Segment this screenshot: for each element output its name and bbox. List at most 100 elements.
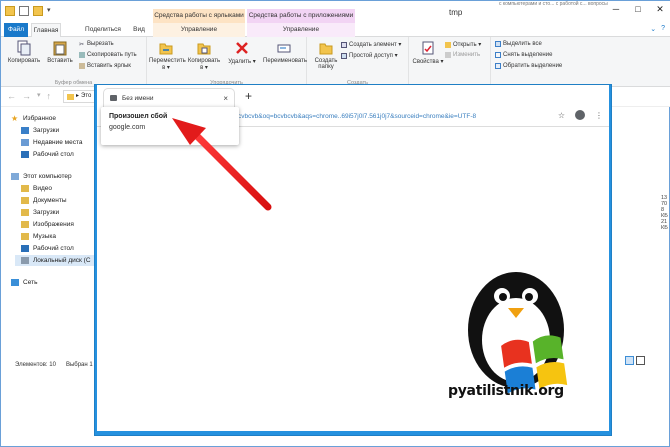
large-icons-view-icon[interactable] <box>636 356 645 365</box>
rename-button[interactable]: Переименовать <box>263 40 307 64</box>
nav-desktop[interactable]: Рабочий стол <box>21 149 74 160</box>
nav-favorites[interactable]: ★ Избранное <box>11 113 56 124</box>
group-open: Свойства ▾ Открыть ▾ Изменить <box>409 37 491 87</box>
file-size-3: 21 КБ <box>661 219 668 231</box>
file-list-right-edge: 13 70 8 КБ 21 КБ <box>611 87 670 387</box>
desktop-folder-icon <box>21 245 29 252</box>
details-view-icon[interactable] <box>625 356 634 365</box>
select-none-icon <box>495 52 501 58</box>
computer-icon <box>11 173 19 180</box>
tab-share[interactable]: Поделиться <box>83 23 123 37</box>
select-all-button[interactable]: Выделить все <box>495 41 542 47</box>
tab-manage-shortcuts[interactable]: Управление <box>153 23 245 37</box>
edit-button[interactable]: Изменить <box>445 52 480 58</box>
tab-file[interactable]: Файл <box>4 23 28 37</box>
up-arrow-icon[interactable]: ↑ <box>47 91 52 101</box>
hover-card-title: Произошел сбой <box>109 113 168 120</box>
ribbon-right-controls: ⌄ ? <box>650 25 665 33</box>
nav-downloads-pc[interactable]: Загрузки <box>21 207 59 218</box>
easy-access-button[interactable]: Простой доступ ▾ <box>341 52 398 59</box>
nav-downloads[interactable]: Загрузки <box>21 125 59 136</box>
forward-arrow-icon[interactable]: → <box>22 91 31 101</box>
profile-avatar-icon[interactable] <box>575 110 585 120</box>
chrome-tab[interactable]: Без имени × <box>103 88 235 107</box>
quick-access-toolbar: ▾ <box>5 6 57 16</box>
copy-folder-icon <box>197 43 211 55</box>
qat-dropdown-icon[interactable]: ▾ <box>47 6 57 16</box>
paste-shortcut-icon <box>79 63 85 69</box>
folder-icon <box>67 93 74 100</box>
tab-close-icon[interactable]: × <box>223 94 228 103</box>
recent-dropdown-icon[interactable]: ▾ <box>37 91 41 101</box>
drive-icon <box>21 257 29 264</box>
delete-button[interactable]: Удалить ▾ <box>225 40 259 65</box>
new-item-button[interactable]: Создать элемент ▾ <box>341 41 401 48</box>
context-tab-apps: Средства работы с приложениями <box>247 9 355 23</box>
properties-button[interactable]: Свойства ▾ <box>411 40 445 65</box>
properties-icon[interactable] <box>19 6 29 16</box>
tab-view[interactable]: Вид <box>131 23 147 37</box>
copy-path-icon <box>79 52 85 58</box>
copy-to-button[interactable]: Копировать в ▾ <box>187 40 221 71</box>
tab-home[interactable]: Главная <box>31 23 61 38</box>
folder-icon[interactable] <box>5 6 15 16</box>
bookmark-star-icon[interactable]: ☆ <box>558 111 565 120</box>
copy-button[interactable]: Копировать <box>7 40 41 64</box>
nav-images[interactable]: Изображения <box>21 219 74 230</box>
hover-card-domain: google.com <box>109 124 146 131</box>
new-tab-button[interactable]: + <box>245 89 252 103</box>
group-new: Создать папку Создать элемент ▾ Простой … <box>307 37 409 87</box>
tab-favicon-icon <box>110 95 117 101</box>
scissors-icon: ✂ <box>79 42 85 48</box>
tab-hover-card: Произошел сбой google.com <box>101 107 239 145</box>
nav-recent[interactable]: Недавние места <box>21 137 83 148</box>
properties-check-icon <box>422 41 434 55</box>
breadcrumb-this-pc[interactable]: Это <box>81 91 91 102</box>
new-item-icon <box>341 41 347 48</box>
group-organize: Переместить в ▾ Копировать в ▾ Удалить ▾… <box>147 37 307 87</box>
tab-title: Без имени <box>122 94 154 102</box>
minimize-button[interactable]: ─ <box>605 1 627 17</box>
desktop-icon <box>21 151 29 158</box>
nav-music[interactable]: Музыка <box>21 231 56 242</box>
nav-video[interactable]: Видео <box>21 183 52 194</box>
navigation-pane: ★ Избранное Загрузки Недавние места Рабоч… <box>1 107 97 353</box>
recent-places-icon <box>21 139 29 146</box>
open-button[interactable]: Открыть ▾ <box>445 41 481 48</box>
menu-kebab-icon[interactable]: ⋮ <box>595 111 603 120</box>
close-button[interactable]: ✕ <box>649 1 670 17</box>
nav-desktop-pc[interactable]: Рабочий стол <box>21 243 74 254</box>
paste-shortcut-button[interactable]: Вставить ярлык <box>79 63 131 69</box>
maximize-button[interactable]: □ <box>627 1 649 17</box>
cut-button[interactable]: ✂ Вырезать <box>79 41 114 48</box>
help-icon[interactable]: ? <box>661 25 665 33</box>
context-tab-shortcuts: Средства работы с ярлыками <box>153 9 245 23</box>
nav-buttons: ← → ▾ ↑ <box>7 91 51 101</box>
tab-manage-apps[interactable]: Управление <box>247 23 355 37</box>
copy-path-button[interactable]: Скопировать путь <box>79 52 137 58</box>
expand-ribbon-icon[interactable]: ⌄ <box>650 25 656 33</box>
new-folder-icon[interactable] <box>33 6 43 16</box>
breadcrumb-chevron-icon: ▸ <box>76 93 80 99</box>
nav-documents[interactable]: Документы <box>21 195 67 206</box>
status-bar: Элементов: 10 Выбран 1 <box>1 359 97 371</box>
downloads-folder-icon <box>21 209 29 216</box>
nav-network[interactable]: Сеть <box>11 277 37 288</box>
copy-icon <box>17 40 31 56</box>
music-folder-icon <box>21 233 29 240</box>
view-switcher <box>625 356 645 365</box>
star-icon: ★ <box>11 114 19 123</box>
watermark-text: pyatilistnik.org <box>448 383 564 399</box>
omnibox[interactable]: q=bcvbcvb&oq=bcvbcvb&aqs=chrome..69i57j0… <box>227 110 552 124</box>
new-folder-button[interactable]: Создать папку <box>309 40 343 70</box>
back-arrow-icon[interactable]: ← <box>7 91 16 101</box>
select-none-button[interactable]: Снять выделение <box>495 52 552 58</box>
move-to-button[interactable]: Переместить в ▾ <box>149 40 186 71</box>
nav-this-pc[interactable]: Этот компьютер <box>11 171 72 182</box>
edit-icon <box>445 52 451 58</box>
paste-button[interactable]: Вставить <box>43 40 77 64</box>
invert-selection-button[interactable]: Обратить выделение <box>495 63 562 69</box>
paste-icon <box>53 41 67 56</box>
nav-local-disk[interactable]: Локальный диск (С <box>15 255 97 266</box>
group-select: Выделить все Снять выделение Обратить вы… <box>491 37 581 87</box>
